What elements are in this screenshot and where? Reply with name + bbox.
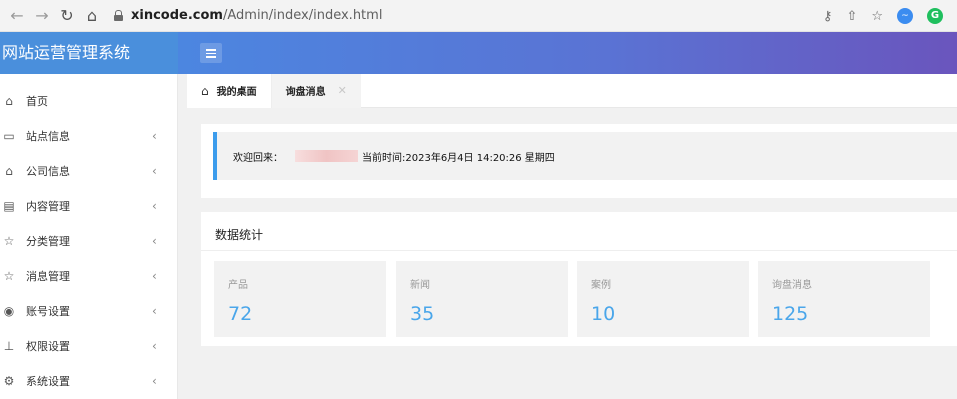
gear-icon: ⚙ <box>3 373 15 388</box>
sidebar-item-label: 站点信息 <box>26 129 70 143</box>
forward-icon[interactable]: → <box>34 7 50 24</box>
stat-value: 10 <box>591 303 616 325</box>
star-icon: ☆ <box>3 268 15 283</box>
tab-bar: ⌂ 我的桌面 询盘消息 ✕ <box>187 73 957 108</box>
back-icon[interactable]: ← <box>9 7 25 24</box>
sidebar: ⌂ 首页 ▭ 站点信息 ‹ ⌂ 公司信息 ‹ ▤ 内容管理 ‹ ☆ 分类管理 ‹… <box>0 74 178 399</box>
sitemap-icon: ⊥ <box>3 338 15 353</box>
sidebar-item-label: 首页 <box>26 94 48 108</box>
chevron-left-icon: ‹ <box>152 338 157 353</box>
sidebar-item-label: 权限设置 <box>26 339 70 353</box>
monitor-icon: ▭ <box>3 128 15 143</box>
user-circle-icon: ◉ <box>3 303 15 318</box>
stat-label: 新闻 <box>410 280 430 291</box>
stat-value: 35 <box>410 303 435 325</box>
menu-toggle-button[interactable] <box>200 43 222 63</box>
star-icon: ☆ <box>3 233 15 248</box>
sidebar-item-label: 公司信息 <box>26 164 70 178</box>
divider <box>201 250 957 251</box>
stat-label: 案例 <box>591 280 611 291</box>
redacted-username <box>295 150 358 162</box>
sidebar-item-account[interactable]: ◉ 账号设置 ‹ <box>0 293 177 328</box>
tab-label: 询盘消息 <box>285 87 326 98</box>
sidebar-item-company-info[interactable]: ⌂ 公司信息 ‹ <box>0 153 177 188</box>
extension-icon[interactable]: ~ <box>897 8 913 24</box>
chevron-left-icon: ‹ <box>152 303 157 318</box>
current-time: 当前时间:2023年6月4日 14:20:26 星期四 <box>362 152 555 164</box>
sidebar-item-permissions[interactable]: ⊥ 权限设置 ‹ <box>0 328 177 363</box>
home-icon: ⌂ <box>5 93 13 108</box>
stat-label: 产品 <box>228 280 248 291</box>
stat-card-news[interactable]: 新闻 35 <box>396 261 568 337</box>
welcome-panel: 欢迎回来： 当前时间:2023年6月4日 14:20:26 星期四 <box>201 124 957 198</box>
sidebar-item-label: 消息管理 <box>26 269 70 283</box>
stat-card-products[interactable]: 产品 72 <box>214 261 386 337</box>
tab-desktop[interactable]: ⌂ 我的桌面 <box>187 73 272 108</box>
lock-icon <box>114 10 123 21</box>
reload-icon[interactable]: ↻ <box>59 7 75 24</box>
chevron-left-icon: ‹ <box>152 198 157 213</box>
chevron-left-icon: ‹ <box>152 233 157 248</box>
tab-label: 我的桌面 <box>216 87 257 98</box>
home-tab-icon: ⌂ <box>201 83 209 98</box>
top-header <box>178 32 957 74</box>
grammarly-icon[interactable]: G <box>927 8 943 24</box>
sidebar-item-home[interactable]: ⌂ 首页 <box>0 83 177 118</box>
url-path: /Admin/index/index.html <box>222 8 383 23</box>
tab-inquiry[interactable]: 询盘消息 ✕ <box>271 73 361 108</box>
sidebar-item-label: 账号设置 <box>26 304 70 318</box>
browser-toolbar: ← → ↻ ⌂ xincode.com/Admin/index/index.ht… <box>0 0 957 32</box>
stat-card-cases[interactable]: 案例 10 <box>577 261 749 337</box>
stat-label: 询盘消息 <box>772 280 812 291</box>
sidebar-item-label: 系统设置 <box>26 374 70 388</box>
welcome-greeting: 欢迎回来： <box>233 152 283 164</box>
stat-value: 125 <box>772 303 809 325</box>
stats-panel: 数据统计 产品 72 新闻 35 案例 10 询盘消息 125 <box>201 212 957 346</box>
stat-value: 72 <box>228 303 253 325</box>
key-icon[interactable]: ⚷ <box>823 9 833 24</box>
app-title: 网站运营管理系统 <box>0 32 178 74</box>
sidebar-item-category[interactable]: ☆ 分类管理 ‹ <box>0 223 177 258</box>
chevron-left-icon: ‹ <box>152 373 157 388</box>
chevron-left-icon: ‹ <box>152 128 157 143</box>
sidebar-item-label: 分类管理 <box>26 234 70 248</box>
chevron-left-icon: ‹ <box>152 163 157 178</box>
home-browser-icon[interactable]: ⌂ <box>84 7 100 24</box>
address-bar[interactable]: xincode.com/Admin/index/index.html <box>114 8 382 23</box>
file-icon: ▤ <box>3 198 15 213</box>
sidebar-item-site-info[interactable]: ▭ 站点信息 ‹ <box>0 118 177 153</box>
welcome-box: 欢迎回来： 当前时间:2023年6月4日 14:20:26 星期四 <box>213 132 957 180</box>
sidebar-item-messages[interactable]: ☆ 消息管理 ‹ <box>0 258 177 293</box>
close-icon[interactable]: ✕ <box>338 84 347 97</box>
sidebar-item-label: 内容管理 <box>26 199 70 213</box>
sidebar-item-content[interactable]: ▤ 内容管理 ‹ <box>0 188 177 223</box>
sidebar-item-system[interactable]: ⚙ 系统设置 ‹ <box>0 363 177 398</box>
bank-icon: ⌂ <box>5 163 13 178</box>
stat-card-inquiries[interactable]: 询盘消息 125 <box>758 261 930 337</box>
bookmark-star-icon[interactable]: ☆ <box>871 9 883 24</box>
stats-title: 数据统计 <box>215 228 264 242</box>
chevron-left-icon: ‹ <box>152 268 157 283</box>
share-icon[interactable]: ⇧ <box>846 9 857 24</box>
url-host: xincode.com <box>131 8 223 23</box>
